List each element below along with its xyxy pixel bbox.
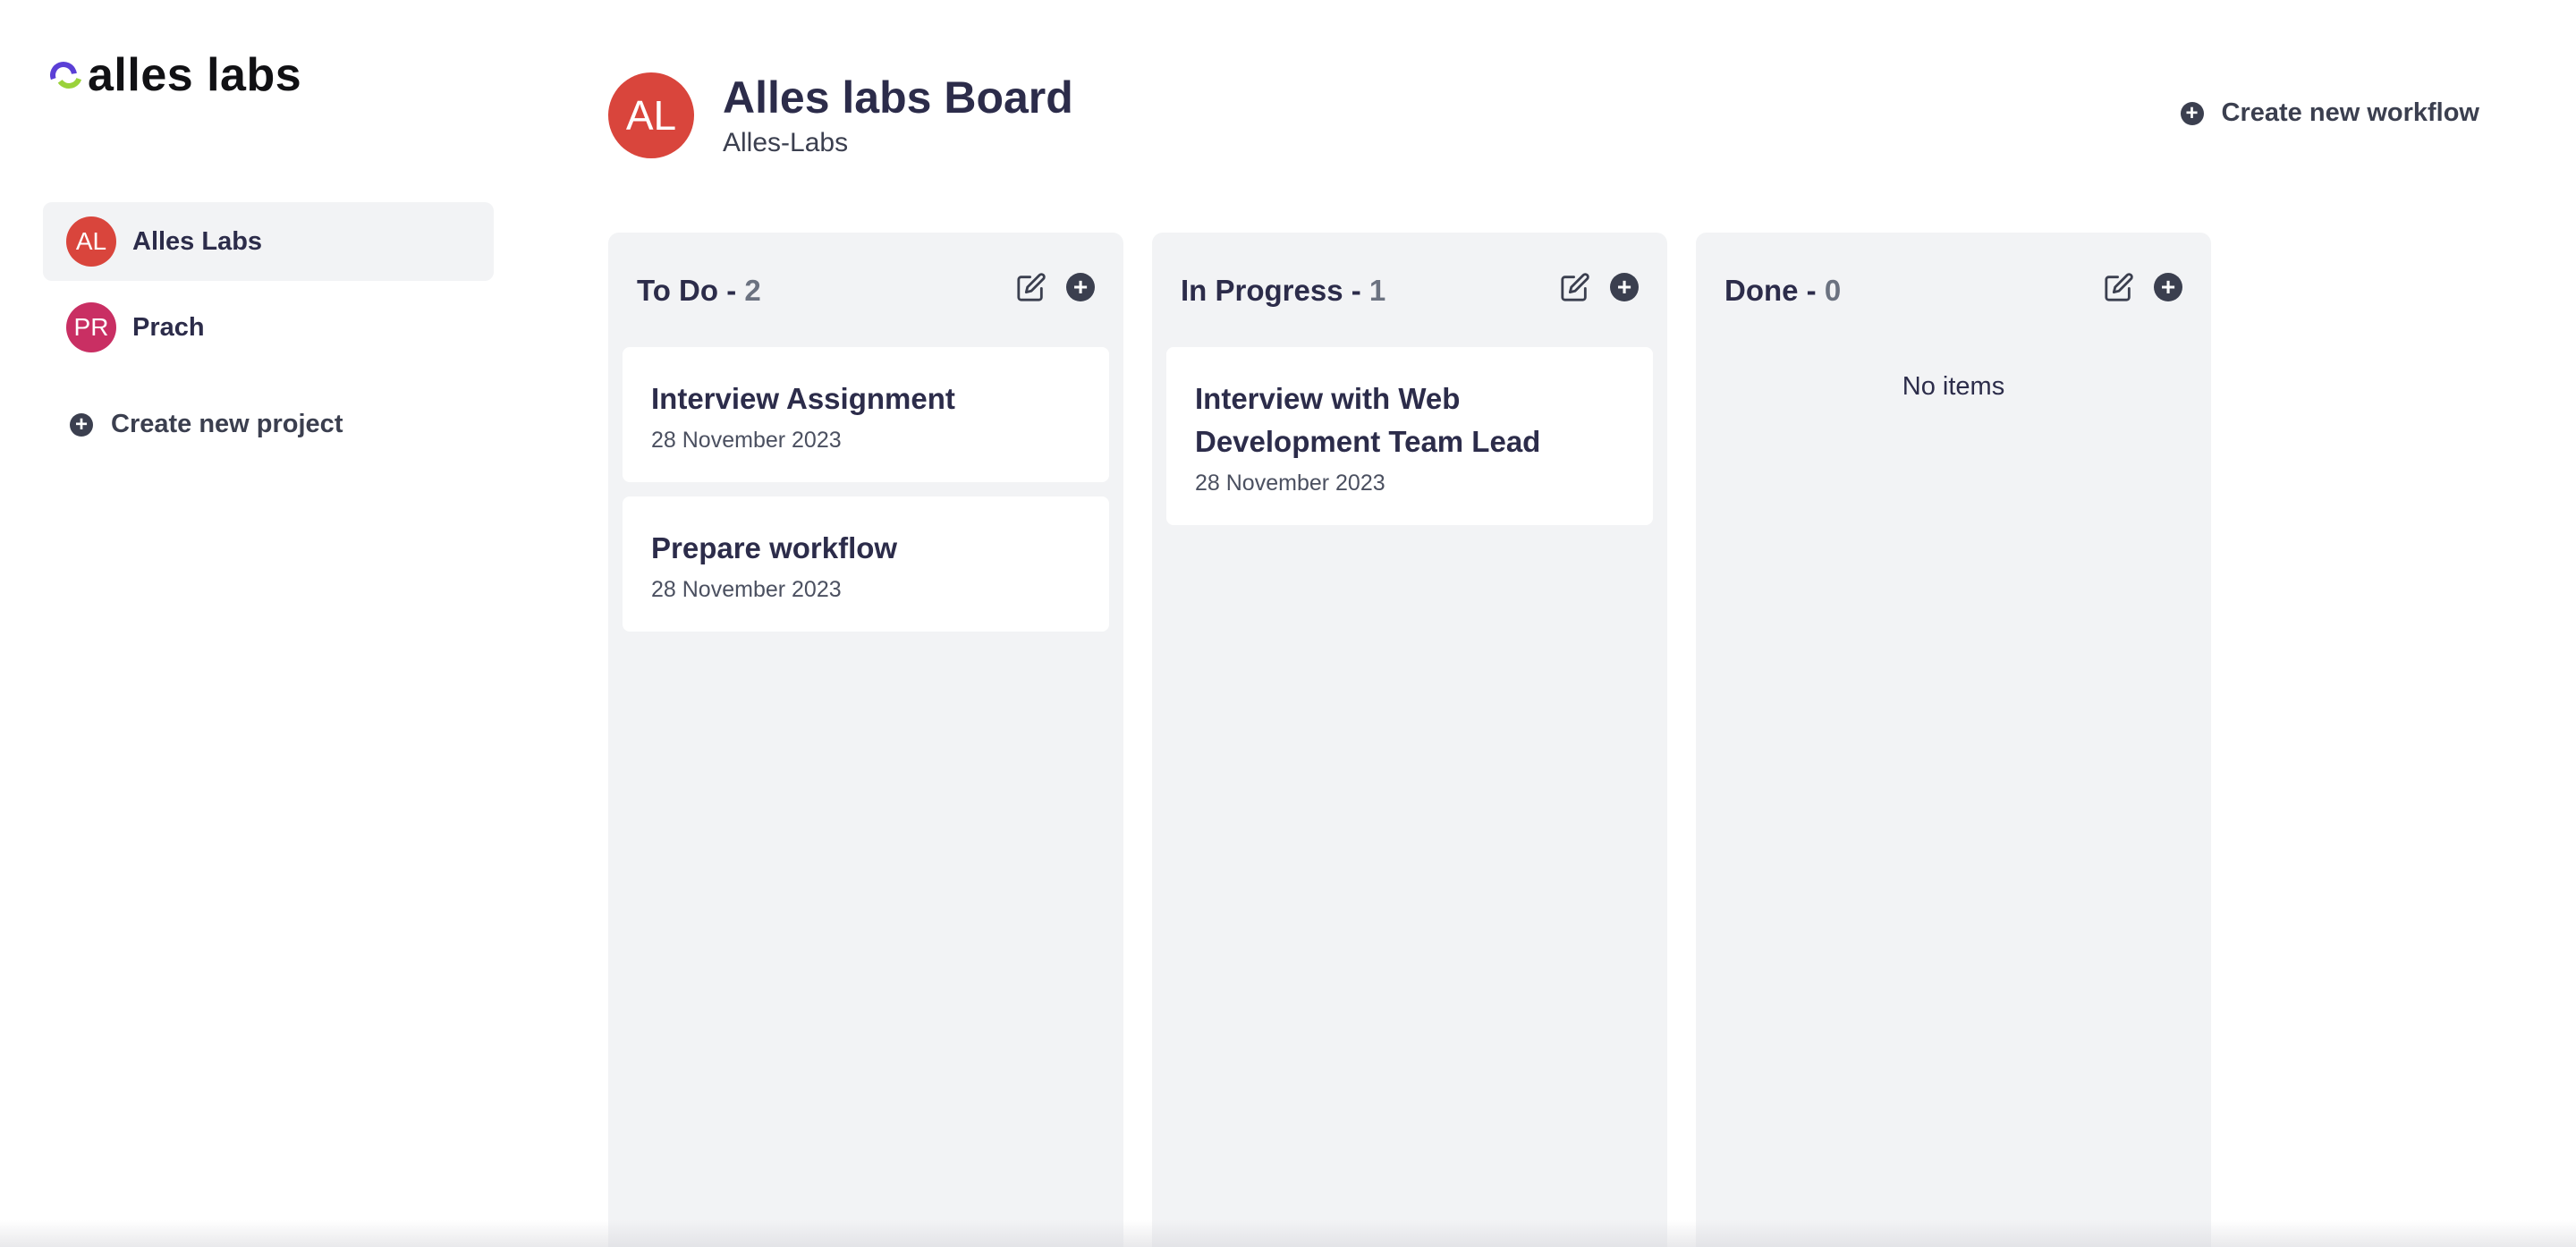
create-project-label: Create new project [111,410,343,438]
column-title: Done - 0 [1724,274,1841,308]
empty-state: No items [1902,372,2005,401]
column-actions: + [1560,272,1639,302]
card-title: Prepare workflow [651,530,898,564]
create-workflow-button[interactable]: + Create new workflow [2180,98,2479,128]
card-date: 28 November 2023 [651,427,842,453]
column-header: To Do - 2 + [623,233,1109,333]
task-card[interactable]: Prepare workflow 28 November 2023 [623,496,1109,632]
logo-mark-icon [50,62,82,89]
edit-icon[interactable] [1016,272,1046,302]
column-count: 0 [1824,274,1842,307]
add-card-icon[interactable]: + [1066,273,1095,301]
column-name: Done [1724,274,1799,307]
project-item-alles-labs[interactable]: AL Alles Labs [43,202,494,281]
brand-logo[interactable]: alles labs [48,52,301,98]
project-item-prach[interactable]: PR Prach [43,288,494,367]
column-separator: - [718,274,745,307]
page-title: Alles labs Board [723,72,1073,123]
card-title: Interview Assignment [651,382,955,415]
board-header: AL Alles labs Board Alles-Labs [608,72,1073,158]
card-date: 28 November 2023 [651,576,842,602]
column-name: To Do [637,274,719,307]
project-name: Alles Labs [132,226,263,256]
plus-circle-icon: + [70,412,93,437]
board: To Do - 2 + Interview Assignment 28 Nove… [608,233,2240,1247]
add-card-icon[interactable]: + [2154,273,2182,301]
column-title: In Progress - 1 [1181,274,1385,308]
column-in-progress: In Progress - 1 + Interview with Web Dev… [1152,233,1667,1247]
edit-icon[interactable] [2104,272,2134,302]
column-header: In Progress - 1 + [1166,233,1653,333]
avatar: AL [66,216,116,267]
task-card[interactable]: Interview Assignment 28 November 2023 [623,347,1109,482]
column-todo: To Do - 2 + Interview Assignment 28 Nove… [608,233,1123,1247]
sidebar: alles labs AL Alles Labs PR Prach + Crea… [0,0,537,1247]
board-avatar: AL [608,72,694,158]
add-card-icon[interactable]: + [1610,273,1639,301]
project-list: AL Alles Labs PR Prach [43,202,494,374]
column-actions: + [2104,272,2182,302]
create-project-button[interactable]: + Create new project [70,410,343,439]
column-separator: - [1343,274,1369,307]
column-header: Done - 0 + [1710,233,2197,333]
column-count: 1 [1368,274,1386,307]
column-title: To Do - 2 [637,274,761,308]
column-separator: - [1798,274,1825,307]
brand-name: alles labs [88,49,302,101]
column-name: In Progress [1181,274,1343,307]
column-done: Done - 0 + No items [1696,233,2211,1247]
avatar: PR [66,302,116,352]
column-actions: + [1016,272,1095,302]
task-card[interactable]: Interview with Web Development Team Lead… [1166,347,1653,525]
plus-circle-icon: + [2180,101,2204,125]
column-count: 2 [744,274,761,307]
edit-icon[interactable] [1560,272,1590,302]
project-name: Prach [132,312,205,342]
page-subtitle: Alles-Labs [723,128,849,157]
card-date: 28 November 2023 [1195,470,1385,496]
board-heading: Alles labs Board Alles-Labs [723,72,1073,158]
card-title: Interview with Web Development Team Lead [1195,382,1541,458]
create-workflow-label: Create new workflow [2221,98,2479,127]
app: alles labs AL Alles Labs PR Prach + Crea… [0,0,2576,1247]
